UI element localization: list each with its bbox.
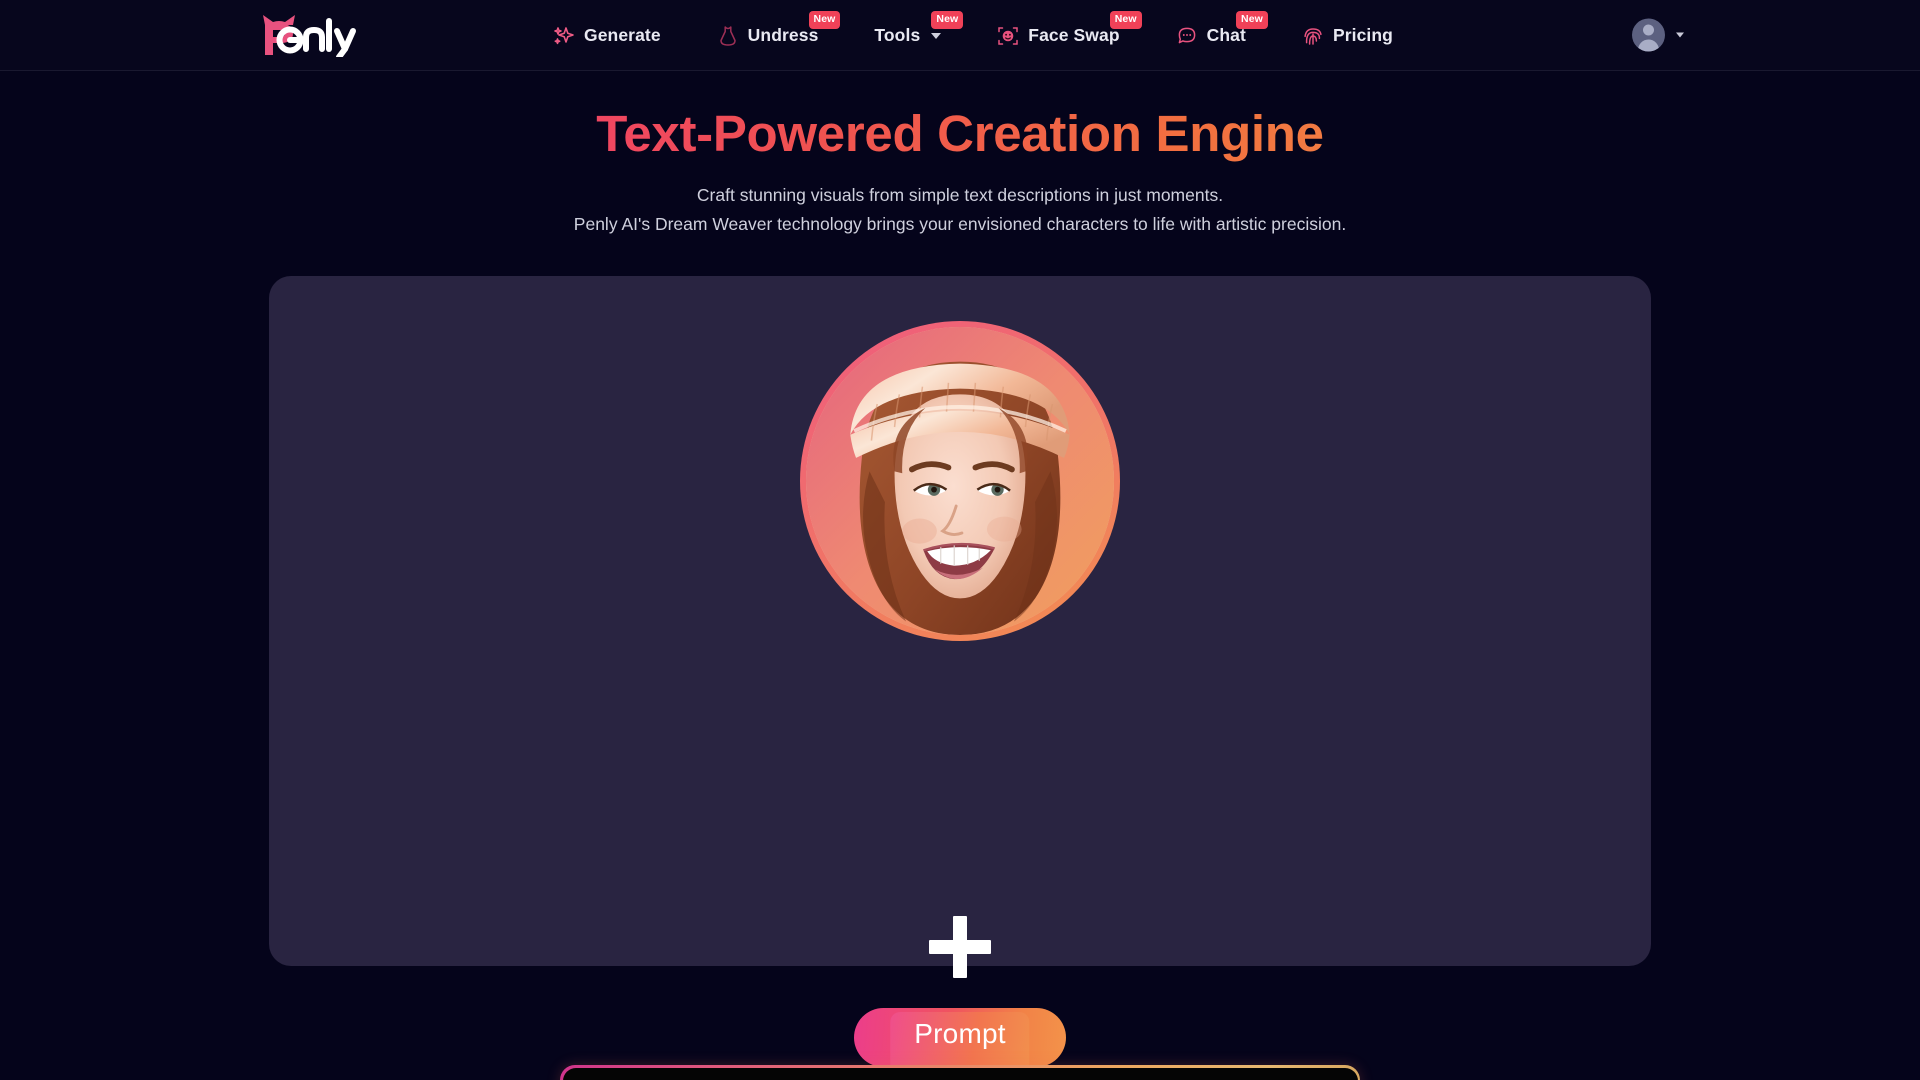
badge-new: New [1109,11,1142,29]
nav-label: Undress [747,25,819,45]
site-header: Generate Undress New Tools New Face Swap… [0,0,1920,71]
portrait-ring [800,321,1120,642]
penly-logo[interactable] [259,13,387,57]
reference-portrait-image[interactable] [806,327,1114,636]
fingerprint-icon [1302,25,1324,47]
hero-subtitle: Craft stunning visuals from simple text … [0,181,1920,238]
nav-item-pricing[interactable]: Pricing [1274,0,1421,71]
badge-new: New [1236,11,1268,29]
prompt-input-bar[interactable]: a girl, black hair, Hair up, teacher clo… [560,1065,1360,1080]
badge-new: New [931,11,964,29]
nav-label: Tools [874,25,921,45]
nav-item-chat[interactable]: Chat New [1148,0,1274,71]
prompt-tag-label: Prompt [890,1012,1030,1073]
nav-label: Face Swap [1028,25,1120,45]
nav-item-face-swap[interactable]: Face Swap New [969,0,1147,71]
badge-new: New [808,11,841,29]
nav-label: Generate [584,25,661,45]
chevron-down-icon[interactable] [1676,32,1684,38]
page-title: Text-Powered Creation Engine [0,103,1920,165]
hero-subtitle-line-1: Craft stunning visuals from simple text … [696,185,1224,206]
nav-item-tools[interactable]: Tools New [846,0,969,71]
chat-bubble-icon [1176,25,1198,47]
demo-card: Prompt a girl, black hair, Hair up, teac… [269,276,1651,1080]
face-frame-icon [997,25,1019,47]
dress-icon [717,25,739,47]
main-navigation: Generate Undress New Tools New Face Swap… [525,0,1421,71]
nav-item-undress[interactable]: Undress New [689,0,847,71]
nav-label: Pricing [1332,25,1393,45]
nav-item-generate[interactable]: Generate [525,0,689,71]
sparkles-icon [553,25,575,47]
hero-subtitle-line-2: Penly AI's Dream Weaver technology bring… [573,213,1347,234]
user-avatar-icon[interactable] [1632,18,1665,52]
account-menu[interactable] [1632,18,1684,52]
chevron-down-icon [931,32,942,39]
plus-icon [929,916,991,979]
penly-devil-p-logo-icon [259,13,387,57]
